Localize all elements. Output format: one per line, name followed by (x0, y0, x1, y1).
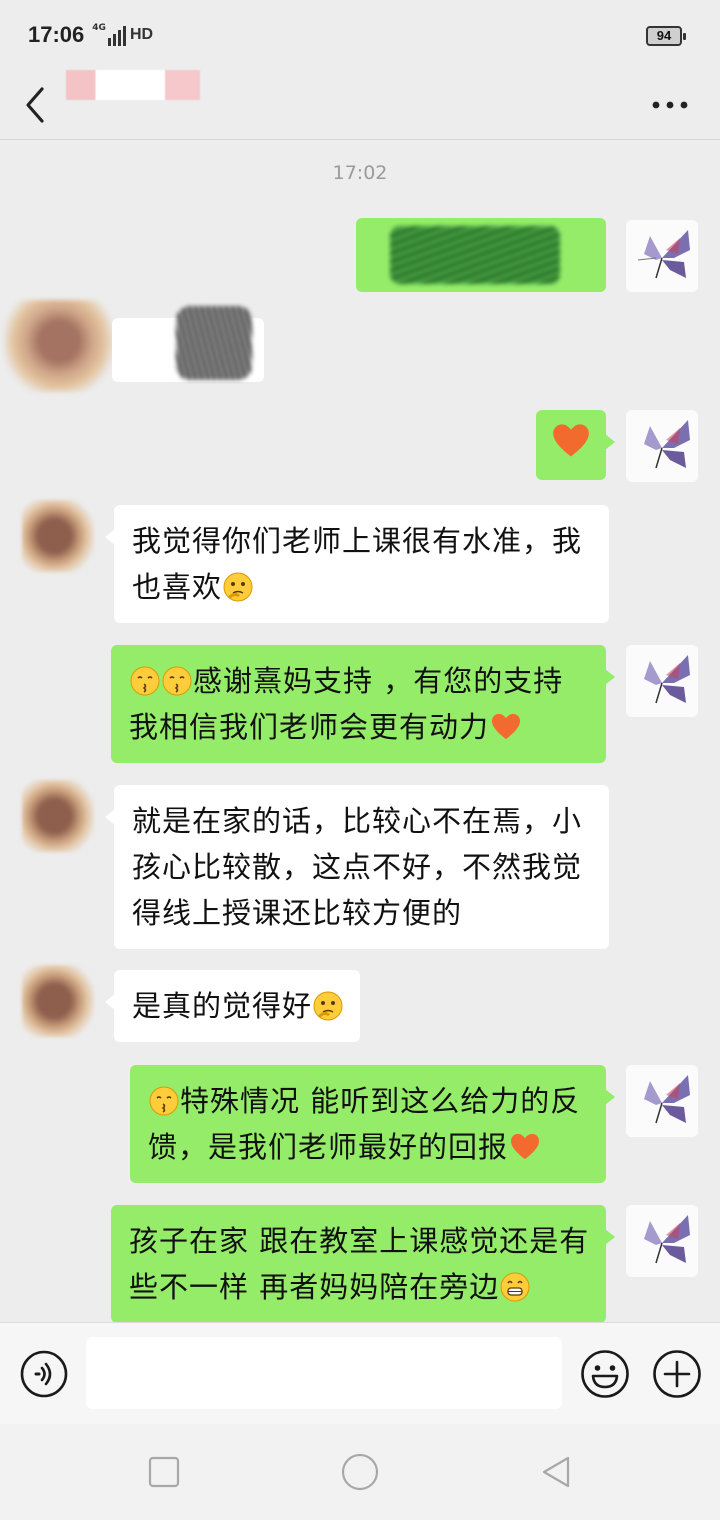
redaction-scribble (176, 306, 252, 380)
orange-heart-icon (492, 713, 521, 740)
kissing-face-icon (162, 666, 192, 696)
kissing-face-icon (130, 666, 160, 696)
plus-icon[interactable] (652, 1349, 702, 1399)
message-bubble-sent[interactable]: 感谢熹妈支持 ，有您的支持我相信我们老师会更有动力 (111, 645, 615, 763)
message-text: 是真的觉得好 (132, 989, 313, 1023)
chat-header (0, 70, 720, 140)
chat-input-bar (0, 1322, 720, 1424)
signal-icon: 4G (92, 24, 126, 46)
kissing-face-icon (149, 1086, 179, 1116)
avatar-blurred[interactable] (4, 300, 114, 392)
butterfly-icon (626, 1205, 698, 1277)
hd-indicator: HD (129, 26, 154, 43)
contact-avatar[interactable] (22, 965, 94, 1037)
chat-title-redacted (66, 70, 200, 100)
recent-apps-icon[interactable] (146, 1454, 182, 1490)
message-input[interactable] (86, 1337, 562, 1409)
emoji-icon[interactable] (580, 1349, 630, 1399)
message-text: 就是在家的话，比较心不在焉，小孩心比较散，这点不好，不然我觉得线上授课还比较方便… (132, 804, 583, 930)
thinking-face-icon (313, 991, 343, 1021)
orange-heart-icon (553, 424, 589, 457)
grinning-face-icon (500, 1272, 530, 1302)
my-avatar[interactable] (626, 645, 698, 717)
message-bubble-received[interactable]: 我觉得你们老师上课很有水准，我也喜欢 (105, 505, 609, 623)
contact-avatar[interactable] (22, 500, 94, 572)
contact-avatar[interactable] (22, 780, 94, 852)
voice-input-icon[interactable] (20, 1350, 68, 1398)
battery-level: 94 (656, 28, 672, 43)
my-avatar[interactable] (626, 410, 698, 482)
my-avatar[interactable] (626, 220, 698, 292)
my-avatar[interactable] (626, 1205, 698, 1277)
message-bubble-received[interactable]: 是真的觉得好 (104, 970, 361, 1042)
home-icon[interactable] (340, 1452, 380, 1492)
message-bubble-received[interactable]: 就是在家的话，比较心不在焉，小孩心比较散，这点不好，不然我觉得线上授课还比较方便… (105, 785, 609, 949)
status-time: 17:06 (28, 22, 85, 47)
message-bubble-redacted[interactable] (356, 218, 606, 292)
message-row-redacted (0, 290, 270, 400)
back-icon[interactable] (24, 83, 48, 127)
network-type: 4G (92, 23, 106, 33)
status-bar: 17:06 4G HD 94 (0, 0, 720, 70)
message-bubble-heart[interactable] (536, 410, 615, 480)
my-avatar[interactable] (626, 1065, 698, 1137)
butterfly-icon (626, 645, 698, 717)
redaction-scribble (390, 226, 560, 284)
message-bubble-sent[interactable]: 特殊情况 能听到这么给力的反馈，是我们老师最好的回报 (130, 1065, 615, 1183)
message-timestamp: 17:02 (332, 162, 388, 184)
message-text: 我觉得你们老师上课很有水准，我也喜欢 (132, 524, 583, 604)
thinking-face-icon (223, 572, 253, 602)
message-bubble-sent[interactable]: 孩子在家 跟在教室上课感觉还是有些不一样 再者妈妈陪在旁边 (111, 1205, 615, 1323)
butterfly-icon (626, 1065, 698, 1137)
system-navigation-bar (0, 1424, 720, 1520)
orange-heart-icon (511, 1133, 540, 1160)
battery-icon: 94 (646, 26, 686, 46)
butterfly-icon (626, 410, 698, 482)
more-options-icon[interactable] (650, 90, 690, 120)
butterfly-icon (626, 220, 698, 292)
back-nav-icon[interactable] (538, 1454, 574, 1490)
